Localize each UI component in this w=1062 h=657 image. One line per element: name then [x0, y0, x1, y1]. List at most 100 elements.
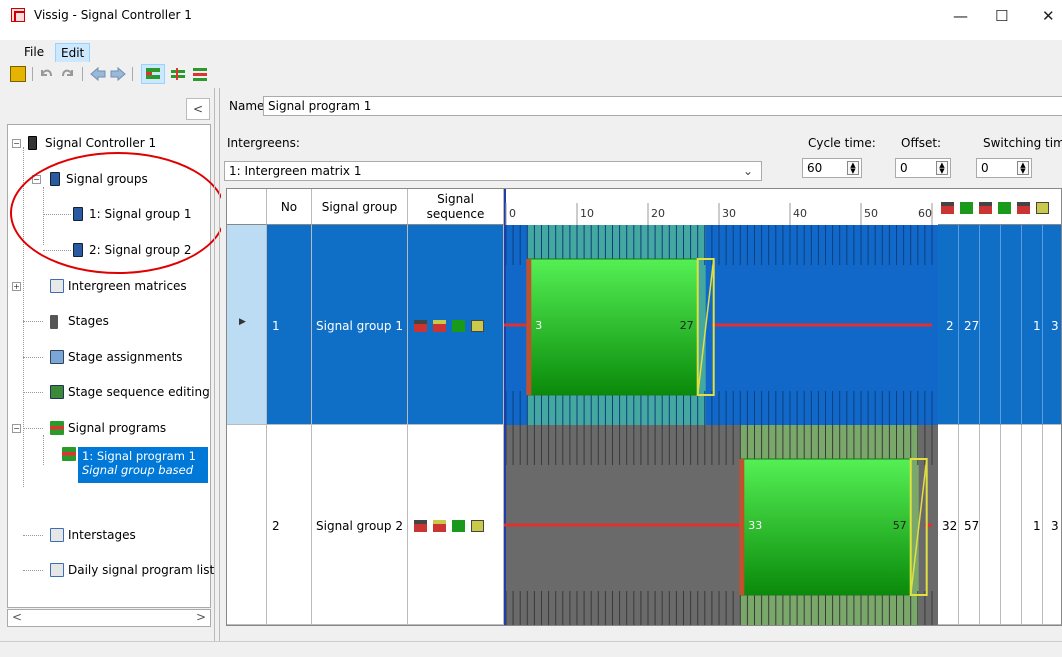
chevron-down-icon: ⌄	[742, 164, 753, 178]
switching-time-label: Switching time	[983, 136, 1062, 150]
signal-program-icon	[146, 68, 160, 79]
green-start-label: 33	[748, 519, 762, 532]
title-bar: Vissig - Signal Controller 1 — ☐ ✕	[0, 0, 1062, 40]
scroll-right-button[interactable]: >	[196, 610, 206, 624]
tree-guide	[23, 428, 43, 429]
name-input[interactable]: Signal program 1	[263, 96, 1062, 116]
forward-arrow-icon[interactable]	[110, 66, 126, 82]
green-start-label: 3	[535, 319, 542, 332]
undo-icon[interactable]	[38, 66, 54, 82]
column-header-signal-sequence[interactable]: Signal sequence	[408, 189, 504, 225]
amber-state-icon	[471, 320, 484, 332]
toolbar-separator	[82, 67, 83, 81]
matrix-icon	[50, 279, 64, 293]
tick-label: 0	[509, 207, 516, 220]
signal-program-icon	[62, 447, 76, 461]
toolbar-separator	[32, 67, 33, 81]
red-amber-marker	[739, 459, 745, 595]
tick-label: 20	[651, 207, 665, 220]
tick-label: 10	[580, 207, 594, 220]
timeline-header: 0 10 20 30 40 50 60	[504, 189, 938, 225]
amber-state-icon	[471, 520, 484, 532]
tree-guide	[23, 570, 43, 571]
scroll-left-button[interactable]: <	[12, 610, 22, 624]
red-state-icon	[414, 520, 427, 532]
column-header-signal-group[interactable]: Signal group	[312, 189, 408, 225]
red-amber-state-icon	[433, 520, 446, 532]
tree-node-signal-program-1[interactable]: 1: Signal program 1 Signal group based	[78, 447, 208, 483]
window-title: Vissig - Signal Controller 1	[34, 8, 192, 22]
expand-toggle[interactable]: +	[12, 282, 21, 291]
interstage-icon	[50, 528, 64, 542]
minimize-button[interactable]: —	[953, 8, 968, 24]
controller-icon	[28, 136, 37, 150]
signal-program-editor: Name: Signal program 1 Intergreens: 1: I…	[221, 90, 1062, 636]
menu-file[interactable]: File	[19, 43, 49, 61]
tree-guide	[23, 392, 43, 393]
offset-label: Offset:	[901, 136, 942, 150]
assignment-icon	[50, 350, 64, 364]
table-row[interactable]: 1	[267, 225, 312, 425]
menu-edit[interactable]: Edit	[55, 43, 91, 63]
collapse-pane-button[interactable]: <	[186, 98, 210, 120]
red-state-icon	[414, 320, 427, 332]
signal-sequence-cell[interactable]	[408, 425, 504, 625]
column-header-no[interactable]: No	[267, 189, 312, 225]
cycle-time-input[interactable]: 60 ▲ ▼	[802, 158, 862, 178]
signal-program-icon	[50, 421, 64, 435]
column-header-state-icons	[938, 189, 1061, 225]
tree-horizontal-scrollbar[interactable]: < >	[7, 609, 211, 627]
tick-label: 60	[918, 207, 932, 220]
row-values[interactable]: 32 57 1 3	[938, 425, 1061, 625]
signal-group-name-cell[interactable]: Signal group 2	[312, 425, 408, 625]
timeline-row[interactable]: 3 27	[504, 225, 938, 425]
intergreens-select[interactable]: 1: Intergreen matrix 1 ⌄	[224, 161, 762, 181]
offset-input[interactable]: 0 ▲ ▼	[895, 158, 951, 178]
expand-toggle[interactable]: −	[12, 424, 21, 433]
red-amber-marker	[526, 259, 532, 395]
pane-splitter[interactable]	[214, 88, 220, 648]
switching-time-input[interactable]: 0 ▲ ▼	[976, 158, 1032, 178]
signal-sequence-cell[interactable]	[408, 225, 504, 425]
offset-spinner[interactable]: ▲ ▼	[936, 161, 948, 175]
menu-bar: File Edit	[0, 40, 1062, 63]
row-header-corner	[227, 189, 267, 225]
green-state-icon	[452, 520, 465, 532]
green-phase-block	[739, 458, 912, 596]
back-arrow-icon[interactable]	[90, 66, 106, 82]
maximize-button[interactable]: ☐	[995, 8, 1008, 24]
switching-time-spinner[interactable]: ▲ ▼	[1017, 161, 1029, 175]
toolbar	[0, 62, 1062, 88]
table-row[interactable]: 2	[267, 425, 312, 625]
list-icon	[50, 563, 64, 577]
red-amber-state-icon	[433, 320, 446, 332]
redo-icon[interactable]	[60, 66, 76, 82]
signal-program-grid[interactable]: No Signal group Signal sequence 0 10 20 30 4…	[226, 188, 1062, 626]
green-end-label: 27	[680, 319, 694, 332]
sequence-icon	[50, 385, 64, 399]
row-selector[interactable]: ▶	[227, 225, 267, 425]
exit-icon[interactable]	[10, 66, 26, 82]
status-bar	[0, 641, 1062, 657]
tick-label: 30	[722, 207, 736, 220]
amber-state-icon	[1036, 202, 1049, 214]
row-selector[interactable]	[227, 425, 267, 625]
tree-guide	[23, 535, 43, 536]
intergreens-label: Intergreens:	[227, 136, 300, 150]
tree-guide	[23, 357, 43, 358]
interstage-view-icon[interactable]	[192, 66, 208, 82]
cycle-time-spinner[interactable]: ▲ ▼	[847, 161, 859, 175]
toolbar-separator	[132, 67, 133, 81]
tree-guide	[23, 321, 43, 322]
green-end-label: 57	[893, 519, 907, 532]
cycle-time-label: Cycle time:	[808, 136, 876, 150]
signal-group-name-cell[interactable]: Signal group 1	[312, 225, 408, 425]
close-button[interactable]: ✕	[1042, 8, 1055, 24]
row-values[interactable]: 2 27 1 3	[938, 225, 1061, 425]
timeline-row[interactable]: 33 57	[504, 425, 938, 625]
green-state-icon	[960, 202, 973, 214]
tick-label: 40	[793, 207, 807, 220]
stage-view-icon[interactable]	[170, 66, 186, 82]
signal-program-view-button[interactable]	[141, 64, 165, 84]
expand-toggle[interactable]: −	[12, 139, 21, 148]
